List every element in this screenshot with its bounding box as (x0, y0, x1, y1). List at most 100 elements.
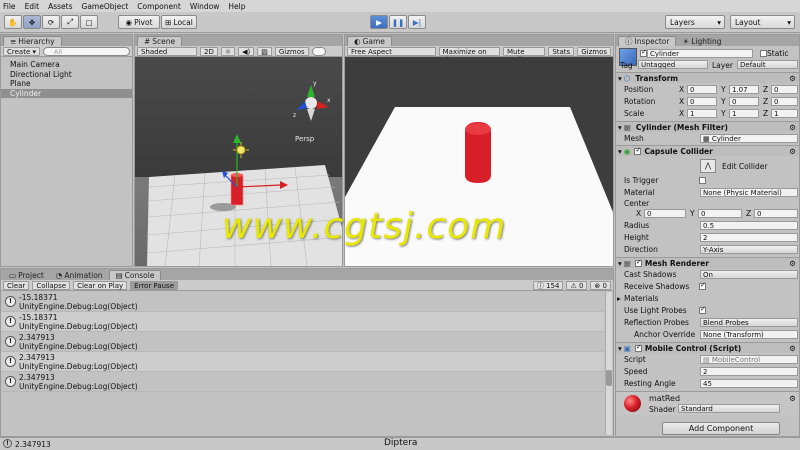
renderer-header[interactable]: ▾▦ Mesh Renderer ⚙ (616, 257, 799, 268)
speed-field[interactable]: 2 (700, 366, 798, 376)
menu-file[interactable]: File (3, 2, 16, 11)
layout-dropdown[interactable]: Layout ▾ (730, 15, 795, 29)
clear-on-play-button[interactable]: Clear on Play (73, 280, 128, 290)
console-entry[interactable]: ! 2.347913 UnityEngine.Debug:Log(Object) (1, 332, 604, 352)
transform-header[interactable]: ▾ ⬡ Transform ⚙ (616, 72, 799, 83)
scene-viewport[interactable]: y x z Persp (135, 57, 343, 267)
center-z-field[interactable]: 0 (754, 208, 798, 218)
lighting-toggle[interactable]: ☼ (220, 46, 236, 56)
scale-x-field[interactable]: 1 (687, 108, 717, 118)
clear-button[interactable]: Clear (3, 280, 30, 290)
position-z-field[interactable]: 0 (771, 84, 798, 94)
scene-search-input[interactable] (311, 46, 326, 56)
rotation-y-field[interactable]: 0 (729, 96, 759, 106)
tab-scene[interactable]: # Scene (137, 36, 183, 46)
local-button[interactable]: ⊞ Local (161, 15, 197, 29)
console-scrollbar[interactable] (605, 292, 612, 435)
resting-angle-field[interactable]: 45 (700, 378, 798, 388)
direction-dropdown[interactable]: Y-Axis (700, 244, 798, 254)
console-entry[interactable]: ! 2.347913 UnityEngine.Debug:Log(Object) (1, 372, 604, 392)
log-filter-toggle[interactable]: ⓘ 154 (532, 280, 564, 290)
console-entry[interactable]: ! -15.18371 UnityEngine.Debug:Log(Object) (1, 292, 604, 312)
tab-project[interactable]: ▭ Project (3, 270, 50, 280)
mesh-field[interactable]: ▦ Cylinder (700, 133, 798, 143)
game-gizmos-dropdown[interactable]: Gizmos (577, 46, 611, 56)
reflection-probes-dropdown[interactable]: Blend Probes (700, 317, 798, 327)
gear-icon[interactable]: ⚙ (789, 394, 796, 403)
menu-gameobject[interactable]: GameObject (82, 2, 129, 11)
hand-tool-button[interactable]: ✋ (4, 15, 22, 29)
tab-animation[interactable]: ◔ Animation (50, 270, 109, 280)
create-button[interactable]: Create ▾ (3, 46, 41, 56)
scale-z-field[interactable]: 1 (771, 108, 798, 118)
script-enabled-checkbox[interactable] (634, 343, 642, 352)
tab-game[interactable]: ◐ Game (347, 36, 392, 46)
hierarchy-search-input[interactable]: All (43, 46, 130, 56)
center-x-field[interactable]: 0 (644, 208, 686, 218)
console-scrollbar-thumb[interactable] (606, 370, 612, 386)
shader-dropdown[interactable]: Standard (678, 404, 780, 413)
rect-tool-button[interactable]: ▢ (80, 15, 98, 29)
script-field[interactable]: ▤ MobileControl (700, 354, 798, 364)
scale-tool-button[interactable]: ⤢ (61, 15, 79, 29)
receive-shadows-checkbox[interactable] (699, 281, 706, 290)
menu-window[interactable]: Window (190, 2, 220, 11)
menu-component[interactable]: Component (137, 2, 181, 11)
effects-toggle[interactable]: ▨ (257, 46, 272, 56)
warning-filter-toggle[interactable]: ⚠ 0 (566, 280, 588, 290)
aspect-dropdown[interactable]: Free Aspect (347, 46, 436, 56)
persp-label[interactable]: Persp (295, 135, 315, 143)
tab-hierarchy[interactable]: ≡ Hierarchy (3, 36, 62, 46)
play-button[interactable]: ▶ (370, 15, 388, 29)
tab-lighting[interactable]: ☀ Lighting (676, 36, 727, 46)
hierarchy-item-plane[interactable]: Plane (1, 79, 132, 89)
edit-collider-button[interactable]: ⋀ (700, 159, 716, 173)
error-filter-toggle[interactable]: ⊗ 0 (590, 280, 611, 290)
gear-icon[interactable]: ⚙ (789, 74, 796, 83)
physic-material-field[interactable]: None (Physic Material) (700, 187, 798, 197)
status-message[interactable]: 2.347913 (15, 440, 51, 449)
step-button[interactable]: ▶| (408, 15, 426, 29)
mode-2d-button[interactable]: 2D (200, 46, 218, 56)
gear-icon[interactable]: ⚙ (789, 344, 796, 353)
rotation-x-field[interactable]: 0 (687, 96, 717, 106)
active-checkbox[interactable] (640, 48, 647, 57)
collider-header[interactable]: ▾◉ Capsule Collider ⚙ (616, 145, 799, 156)
is-trigger-checkbox[interactable] (699, 176, 706, 184)
tab-console[interactable]: ▤ Console (108, 270, 162, 280)
rotate-tool-button[interactable]: ⟳ (42, 15, 60, 29)
material-section[interactable]: matRed Shader Standard ⚙ (616, 391, 799, 415)
audio-toggle[interactable]: ◀) (238, 46, 255, 56)
collapse-button[interactable]: Collapse (32, 280, 71, 290)
center-y-field[interactable]: 0 (698, 208, 742, 218)
anchor-override-field[interactable]: None (Transform) (700, 329, 798, 339)
position-y-field[interactable]: 1.07 (729, 84, 759, 94)
hierarchy-item-directional-light[interactable]: Directional Light (1, 70, 132, 80)
pause-button[interactable]: ❚❚ (389, 15, 407, 29)
position-x-field[interactable]: 0 (687, 84, 717, 94)
hierarchy-item-main-camera[interactable]: Main Camera (1, 60, 132, 70)
height-field[interactable]: 2 (700, 232, 798, 242)
pivot-button[interactable]: ◉ Pivot (118, 15, 160, 29)
gear-icon[interactable]: ⚙ (789, 123, 796, 132)
static-checkbox[interactable] (760, 50, 767, 57)
add-component-button[interactable]: Add Component (662, 422, 780, 435)
tag-dropdown[interactable]: Untagged (638, 60, 708, 69)
gameobject-name-field[interactable]: Cylinder (647, 49, 753, 58)
game-viewport[interactable] (345, 57, 614, 267)
light-probes-checkbox[interactable] (699, 305, 706, 314)
layers-dropdown[interactable]: Layers ▾ (665, 15, 725, 29)
layer-dropdown[interactable]: Default (737, 60, 798, 69)
maximize-on-play-button[interactable]: Maximize on Play (438, 46, 501, 64)
console-entry[interactable]: ! 2.347913 UnityEngine.Debug:Log(Object) (1, 352, 604, 372)
cast-shadows-dropdown[interactable]: On (700, 269, 798, 279)
scene-gizmos-dropdown[interactable]: Gizmos (274, 46, 309, 56)
tab-inspector[interactable]: ⓘ Inspector (618, 36, 677, 46)
console-entry[interactable]: ! -15.18371 UnityEngine.Debug:Log(Object) (1, 312, 604, 332)
radius-field[interactable]: 0.5 (700, 220, 798, 230)
materials-row[interactable]: ▸ Materials (616, 293, 799, 303)
collider-enabled-checkbox[interactable] (634, 146, 642, 155)
stats-button[interactable]: Stats (548, 46, 575, 56)
hierarchy-item-cylinder[interactable]: Cylinder (1, 88, 132, 98)
mute-audio-button[interactable]: Mute audio (503, 46, 546, 64)
